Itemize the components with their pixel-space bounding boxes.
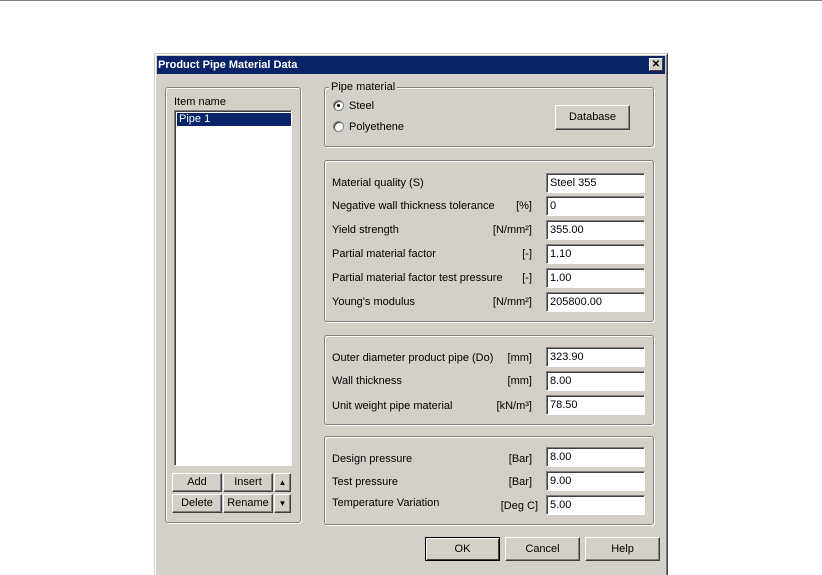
dialog-title: Product Pipe Material Data: [158, 59, 298, 71]
move-down-button[interactable]: ▼: [274, 494, 291, 513]
polyethene-option-label[interactable]: Polyethene: [349, 120, 404, 134]
close-icon: ✕: [651, 59, 661, 70]
material-quality-input[interactable]: Steel 355: [546, 173, 645, 193]
add-button[interactable]: Add: [172, 473, 222, 492]
radio-selected-dot: [337, 104, 340, 107]
yield-strength-label: Yield strength: [332, 224, 399, 236]
cancel-button[interactable]: Cancel: [505, 537, 580, 561]
design-pressure-input[interactable]: 8.00: [546, 447, 645, 467]
close-button[interactable]: ✕: [649, 58, 663, 71]
add-button-label: Add: [187, 476, 207, 488]
youngs-modulus-label: Young's modulus: [332, 296, 416, 308]
test-pressure-input[interactable]: 9.00: [546, 471, 645, 491]
wall-tolerance-input[interactable]: 0: [546, 196, 645, 216]
ok-button[interactable]: OK: [425, 537, 500, 561]
list-item[interactable]: Pipe 1: [177, 113, 291, 126]
dialog-titlebar[interactable]: Product Pipe Material Data ✕: [157, 56, 665, 74]
item-name-label: Item name: [174, 96, 226, 108]
arrow-down-icon: ▼: [278, 499, 287, 508]
delete-button[interactable]: Delete: [172, 494, 222, 513]
partial-factor-test-input[interactable]: 1.00: [546, 268, 645, 288]
delete-button-label: Delete: [181, 497, 213, 509]
partial-material-factor-label: Partial material factor: [332, 248, 436, 260]
steel-radio[interactable]: [333, 100, 344, 111]
move-up-button[interactable]: ▲: [274, 473, 291, 492]
product-pipe-material-dialog: Product Pipe Material Data ✕ Item name P…: [154, 53, 668, 575]
help-button[interactable]: Help: [585, 537, 660, 561]
cancel-button-label: Cancel: [525, 543, 560, 555]
insert-button[interactable]: Insert: [223, 473, 273, 492]
test-pressure-unit: [Bar]: [508, 476, 532, 488]
temperature-variation-unit: [Deg C]: [500, 500, 538, 512]
wall-tolerance-unit: [%]: [516, 200, 532, 212]
ok-button-label: OK: [454, 543, 471, 555]
item-list[interactable]: Pipe 1: [174, 110, 292, 466]
rename-button[interactable]: Rename: [223, 494, 273, 513]
unit-weight-unit: [kN/m³]: [496, 400, 532, 412]
youngs-modulus-unit: [N/mm²]: [492, 296, 532, 308]
design-pressure-label: Design pressure: [332, 453, 413, 465]
wall-thickness-unit: [mm]: [507, 375, 532, 387]
partial-factor-test-unit: [-]: [522, 272, 532, 284]
database-button-label: Database: [568, 111, 617, 123]
wall-thickness-label: Wall thickness: [332, 375, 402, 387]
design-pressure-unit: [Bar]: [508, 453, 532, 465]
temperature-variation-input[interactable]: 5.00: [546, 495, 645, 515]
arrow-up-icon: ▲: [278, 478, 287, 487]
wall-thickness-input[interactable]: 8.00: [546, 371, 645, 391]
steel-option-label[interactable]: Steel: [349, 99, 374, 113]
insert-button-label: Insert: [234, 476, 262, 488]
partial-material-factor-unit: [-]: [522, 248, 532, 260]
polyethene-radio[interactable]: [333, 121, 344, 132]
rename-button-label: Rename: [227, 497, 269, 509]
help-button-label: Help: [611, 543, 634, 555]
yield-strength-input[interactable]: 355.00: [546, 220, 645, 240]
temperature-variation-label: Temperature Variation: [332, 497, 440, 509]
unit-weight-label: Unit weight pipe material: [332, 400, 453, 412]
partial-material-factor-input[interactable]: 1.10: [546, 244, 645, 264]
test-pressure-label: Test pressure: [332, 476, 399, 488]
youngs-modulus-input[interactable]: 205800.00: [546, 292, 645, 312]
outer-diameter-unit: [mm]: [507, 352, 532, 364]
pipe-material-label: Pipe material: [329, 81, 398, 93]
yield-strength-unit: [N/mm²]: [492, 224, 532, 236]
database-button[interactable]: Database: [555, 105, 630, 130]
unit-weight-input[interactable]: 78.50: [546, 395, 645, 415]
top-divider: [0, 0, 822, 1]
material-quality-label: Material quality (S): [332, 177, 424, 189]
outer-diameter-input[interactable]: 323.90: [546, 347, 645, 367]
